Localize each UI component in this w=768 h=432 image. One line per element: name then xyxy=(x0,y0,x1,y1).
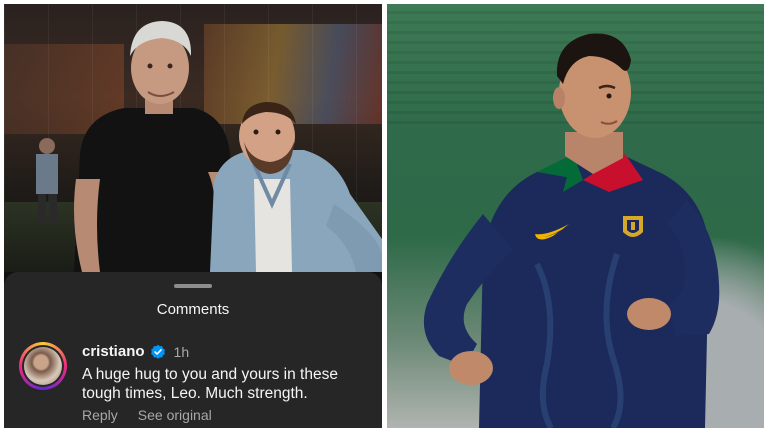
reply-button[interactable]: Reply xyxy=(82,407,118,423)
people-illustration xyxy=(36,21,382,272)
sheet-title: Comments xyxy=(156,301,230,318)
comment-timestamp: 1h xyxy=(173,343,190,360)
comment-header: cristiano 1h xyxy=(82,343,189,360)
see-original-button[interactable]: See original xyxy=(138,407,212,423)
portugal-crest-icon xyxy=(623,216,643,237)
comment-text: A huge hug to you and yours in these tou… xyxy=(82,366,338,402)
comment-actions: Reply See original xyxy=(82,407,212,423)
background-person xyxy=(36,138,58,224)
older-man xyxy=(74,21,232,272)
verified-badge-icon xyxy=(150,344,165,359)
post-photo xyxy=(4,4,382,272)
seated-man xyxy=(210,102,382,272)
left-panel: Comments cristiano 1h A huge hug to you … xyxy=(4,4,382,428)
player-illustration xyxy=(423,33,720,428)
sheet-drag-handle[interactable] xyxy=(174,284,212,288)
player xyxy=(423,33,720,428)
avatar-inner xyxy=(22,345,64,387)
avatar-image xyxy=(24,347,62,385)
right-panel xyxy=(387,4,764,428)
comments-sheet: Comments cristiano 1h A huge hug to you … xyxy=(4,272,382,428)
avatar[interactable] xyxy=(19,342,67,390)
comment-username[interactable]: cristiano xyxy=(82,343,145,360)
